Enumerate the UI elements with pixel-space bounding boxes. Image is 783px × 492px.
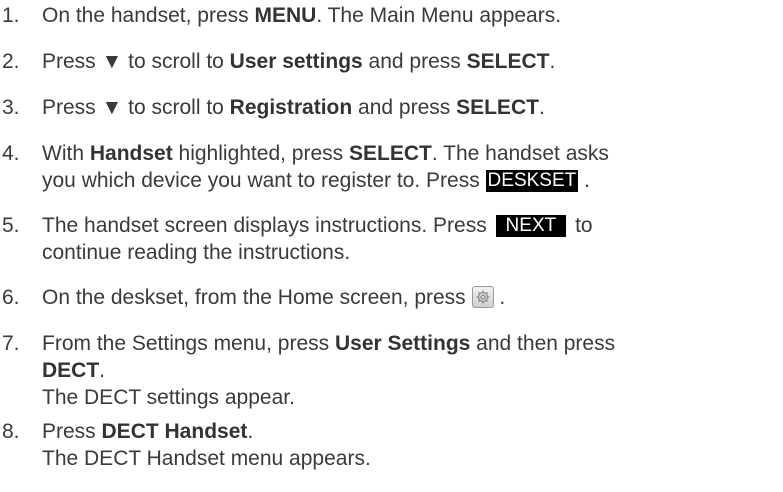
step-text: From the Settings menu, press User Setti… <box>42 330 782 411</box>
step-number: 1. <box>2 4 20 27</box>
step-line: DECT. <box>42 357 782 384</box>
step-line: Press DECT Handset. <box>42 418 782 445</box>
text-run: to <box>569 214 593 237</box>
step-text: Press ▼ to scroll to Registration and pr… <box>42 94 782 121</box>
text-run: From the Settings menu, press <box>42 332 335 355</box>
text-run: The handset screen displays instructions… <box>42 214 493 237</box>
text-run: The DECT Handset menu appears. <box>42 447 371 470</box>
step-number: 6. <box>2 286 20 309</box>
text-run: and press <box>352 96 457 119</box>
step-text: Press DECT Handset. The DECT Handset men… <box>42 418 782 472</box>
text-run: . <box>493 286 506 309</box>
step-number: 4. <box>2 142 20 165</box>
menu-key-name: MENU <box>254 4 317 27</box>
select-key-name: SELECT <box>466 50 550 73</box>
step-number: 2. <box>2 50 20 73</box>
step-number: 7. <box>2 332 20 355</box>
text-run: and then press <box>470 332 616 355</box>
text-run: you which device you want to register to… <box>42 169 486 192</box>
text-run: . <box>538 96 545 119</box>
text-run: . The handset asks <box>431 142 609 165</box>
text-run: . The Main Menu appears. <box>316 4 562 27</box>
step-number: 5. <box>2 214 20 237</box>
menu-option-name: Registration <box>229 96 353 119</box>
step-line: With Handset highlighted, press SELECT. … <box>42 140 782 167</box>
settings-gear-icon <box>471 286 494 308</box>
step-line: The handset screen displays instructions… <box>42 212 782 239</box>
step-number: 3. <box>2 96 20 119</box>
next-softkey: NEXT <box>495 215 567 237</box>
step-line: Press ▼ to scroll to User settings and p… <box>42 48 782 75</box>
text-run: Press ▼ to scroll to <box>42 96 230 119</box>
step-line: you which device you want to register to… <box>42 167 782 194</box>
text-run: . <box>247 420 254 443</box>
text-run: With <box>42 142 90 165</box>
step-line: On the deskset, from the Home screen, pr… <box>42 284 782 311</box>
menu-option-name: User settings <box>229 50 363 73</box>
text-run: On the handset, press <box>42 4 255 27</box>
step-line: Press ▼ to scroll to Registration and pr… <box>42 94 782 121</box>
menu-option-name: DECT <box>42 359 100 382</box>
step-number: 8. <box>2 420 20 443</box>
text-run: On the deskset, from the Home screen, pr… <box>42 286 472 309</box>
select-key-name: SELECT <box>456 96 539 119</box>
text-run: Press ▼ to scroll to <box>42 50 230 73</box>
step-text: The handset screen displays instructions… <box>42 212 782 266</box>
text-run: highlighted, press <box>172 142 349 165</box>
select-key-name: SELECT <box>348 142 432 165</box>
step-text: On the deskset, from the Home screen, pr… <box>42 284 782 311</box>
step-text: On the handset, press MENU. The Main Men… <box>42 2 782 29</box>
step-line: The DECT settings appear. <box>42 384 782 411</box>
step-line: From the Settings menu, press User Setti… <box>42 330 782 357</box>
step-text: Press ▼ to scroll to User settings and p… <box>42 48 782 75</box>
menu-option-name: DECT Handset <box>101 420 248 443</box>
text-run: . <box>578 169 590 192</box>
step-line: continue reading the instructions. <box>42 239 782 266</box>
text-run: . <box>99 359 106 382</box>
text-run: continue reading the instructions. <box>42 241 351 264</box>
step-text: With Handset highlighted, press SELECT. … <box>42 140 782 194</box>
menu-option-name: User Settings <box>334 332 471 355</box>
step-line: The DECT Handset menu appears. <box>42 445 782 472</box>
text-run: The DECT settings appear. <box>42 386 295 409</box>
text-run: Press <box>42 420 102 443</box>
text-run: and press <box>362 50 467 73</box>
menu-option-name: Handset <box>89 142 173 165</box>
step-line: On the handset, press MENU. The Main Men… <box>42 2 782 29</box>
deskset-softkey: DESKSET <box>485 170 579 192</box>
text-run: . <box>549 50 556 73</box>
